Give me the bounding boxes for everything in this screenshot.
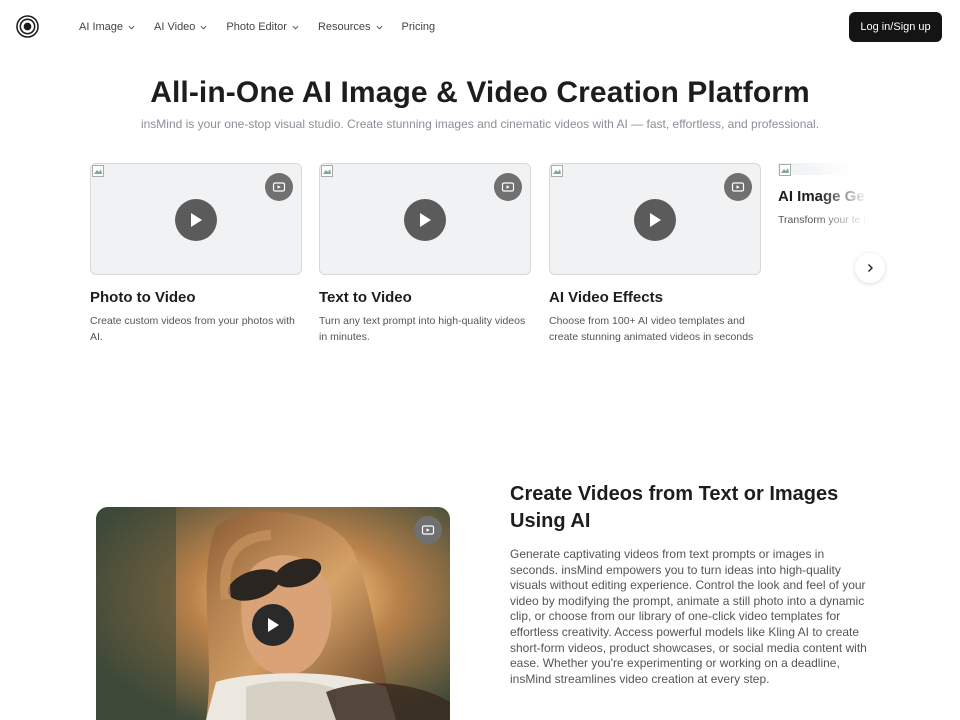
nav-menu: AI Image AI Video Photo Editor Resources… [79,20,454,34]
video-badge [265,173,293,201]
chevron-right-icon [868,264,873,272]
play-button[interactable] [252,604,294,646]
feature-card-text-to-video[interactable]: Text to Video Turn any text prompt into … [319,163,531,343]
video-clip-icon [272,182,286,192]
play-icon [420,213,431,227]
feature-card-photo-to-video[interactable]: Photo to Video Create custom videos from… [90,163,302,343]
broken-image-icon [321,165,333,177]
card-description: Turn any text prompt into high-quality v… [319,315,526,343]
video-badge [414,516,442,544]
insmind-logo-icon[interactable] [16,15,39,38]
chevron-down-icon [200,25,207,30]
carousel-next-button[interactable] [855,253,885,283]
video-clip-icon [731,182,745,192]
chevron-down-icon [376,25,383,30]
card-title: AI Video Effects [549,289,663,306]
nav-item-label: AI Image [79,21,124,33]
chevron-down-icon [128,25,135,30]
nav-item-label: Resources [317,21,371,33]
carousel-fade-overlay [818,163,868,253]
video-badge [494,173,522,201]
nav-item-pricing[interactable]: Pricing [402,20,436,34]
page-title: All-in-One AI Image & Video Creation Pla… [150,76,810,109]
nav-item-photo-editor[interactable]: Photo Editor [226,20,299,34]
card-description: Create custom videos from your photos wi… [90,315,295,343]
video-clip-icon [501,182,515,192]
video-badge [724,173,752,201]
nav-item-label: Pricing [401,21,436,33]
play-button[interactable] [404,199,446,241]
play-button[interactable] [634,199,676,241]
play-icon [191,213,202,227]
top-nav: AI Image AI Video Photo Editor Resources… [0,0,960,54]
play-icon [268,618,279,632]
nav-item-label: AI Video [154,21,196,33]
video-thumbnail[interactable] [549,163,761,275]
section-title: Create Videos from Text or Images Using … [510,483,839,532]
nav-item-resources[interactable]: Resources [318,20,383,34]
chevron-down-icon [292,25,299,30]
play-button[interactable] [175,199,217,241]
broken-image-icon [92,165,104,177]
video-thumbnail[interactable] [90,163,302,275]
feature-card-ai-image-generator[interactable]: AI Image Ge Transform your te just a sim… [778,163,868,253]
feature-video-preview[interactable] [96,507,450,720]
page-subtitle: insMind is your one-stop visual studio. … [140,117,820,131]
section-body: Generate captivating videos from text pr… [510,547,867,686]
nav-item-ai-image[interactable]: AI Image [79,20,135,34]
video-thumbnail[interactable] [319,163,531,275]
card-title: Photo to Video [90,289,196,306]
broken-image-icon [779,164,791,176]
card-title: Text to Video [319,289,412,306]
feature-card-ai-video-effects[interactable]: AI Video Effects Choose from 100+ AI vid… [549,163,761,343]
nav-item-ai-video[interactable]: AI Video [154,20,207,34]
nav-item-label: Photo Editor [226,21,287,33]
login-signup-button[interactable]: Log in/Sign up [849,12,942,42]
play-icon [650,213,661,227]
broken-image-icon [551,165,563,177]
video-clip-icon [421,525,435,535]
card-description: Choose from 100+ AI video templates and … [549,315,754,343]
